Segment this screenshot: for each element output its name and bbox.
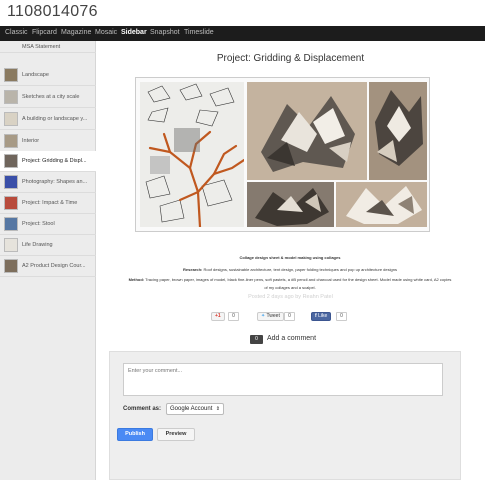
facebook-like-count: 0: [336, 312, 347, 321]
sidebar-item-landscape[interactable]: Landscape: [0, 65, 96, 86]
publish-button[interactable]: Publish: [117, 428, 153, 441]
tweet-label: Tweet: [266, 313, 280, 319]
comment-as-select[interactable]: Google Account ⇕: [166, 403, 224, 415]
design-sheet-photo: [140, 82, 244, 227]
sidebar-item-label: Project: Stool: [22, 221, 55, 227]
sidebar-item-building-landscape[interactable]: A building or landscape y...: [0, 109, 96, 130]
sidebar-item-label: A2 Product Design Cour...: [22, 263, 86, 269]
post-thumbnail: [4, 90, 18, 104]
nav-sidebar[interactable]: Sidebar: [121, 29, 147, 36]
model-photo-large: [247, 82, 367, 180]
post-thumbnail: [4, 196, 18, 210]
caption-title: Collage design sheet & model making usin…: [239, 255, 341, 260]
post-meta: Posted 2 days ago by Reahn Patel: [248, 294, 333, 300]
view-switcher-nav: Classic Flipcard Magazine Mosaic Sidebar…: [0, 26, 485, 41]
sidebar-item-label: Life Drawing: [22, 242, 53, 248]
sidebar-item-label: Landscape: [22, 72, 49, 78]
sidebar-item-stool[interactable]: Project: Stool: [0, 214, 96, 235]
sidebar-item-label: Interior: [22, 138, 40, 144]
preview-button[interactable]: Preview: [157, 428, 195, 441]
post-list-sidebar: MSA Statement Landscape Sketches at a ci…: [0, 41, 96, 480]
sidebar-item-city-sketches[interactable]: Sketches at a city scale: [0, 87, 96, 108]
sidebar-item-label: Photography: Shapes an...: [22, 179, 88, 185]
sidebar-item-a2-product-design[interactable]: A2 Product Design Cour...: [0, 256, 96, 277]
tweet-count: 0: [284, 312, 295, 321]
blog-title[interactable]: 1108014076: [7, 3, 98, 21]
comment-as-label: Comment as:: [123, 406, 162, 412]
nav-flipcard[interactable]: Flipcard: [32, 29, 57, 36]
nav-magazine[interactable]: Magazine: [61, 29, 91, 36]
tweet-button[interactable]: ✦ Tweet: [257, 312, 284, 321]
google-plus-button[interactable]: +1: [211, 312, 225, 321]
sidebar-item-label: A building or landscape y...: [22, 116, 88, 122]
sidebar-item-msa-statement[interactable]: MSA Statement: [0, 41, 96, 53]
comment-count-badge: 0: [250, 335, 263, 344]
facebook-like-button[interactable]: f Like: [311, 312, 332, 321]
collage-image[interactable]: [135, 77, 430, 232]
model-photo-top: [336, 182, 427, 227]
nav-snapshot[interactable]: Snapshot: [150, 29, 180, 36]
post-thumbnail: [4, 68, 18, 82]
sidebar-item-label: Project: Gridding & Displ...: [22, 158, 87, 164]
chevron-updown-icon: ⇕: [215, 406, 220, 412]
post-thumbnail: [4, 217, 18, 231]
sidebar-item-photography[interactable]: Photography: Shapes an...: [0, 172, 96, 193]
sidebar-item-life-drawing[interactable]: Life Drawing: [0, 235, 96, 256]
post-thumbnail: [4, 175, 18, 189]
comment-input[interactable]: [123, 363, 443, 396]
sidebar-item-label: Sketches at a city scale: [22, 94, 80, 100]
model-photo-side: [247, 182, 334, 227]
caption-method-continued: of my collages and a scalpel.: [264, 285, 316, 290]
nav-mosaic[interactable]: Mosaic: [95, 29, 117, 36]
nav-timeslide[interactable]: Timeslide: [184, 29, 214, 36]
post-thumbnail: [4, 112, 18, 126]
sidebar-item-gridding-displacement[interactable]: Project: Gridding & Displ...: [0, 151, 96, 172]
post-thumbnail: [4, 154, 18, 168]
post-thumbnail: [4, 238, 18, 252]
sidebar-item-label: Project: Impact & Time: [22, 200, 78, 206]
google-plus-count: 0: [228, 312, 239, 321]
add-comment-heading: Add a comment: [267, 335, 317, 342]
post-title: Project: Gridding & Displacement: [216, 53, 365, 64]
post-thumbnail: [4, 259, 18, 273]
caption-research: Research: Roof designs, sustainable arch…: [183, 267, 397, 272]
twitter-bird-icon: ✦: [261, 313, 266, 319]
google-plus-icon: +1: [215, 313, 221, 319]
sidebar-item-interior[interactable]: Interior: [0, 131, 96, 152]
nav-classic[interactable]: Classic: [5, 29, 28, 36]
facebook-icon: f: [315, 313, 317, 319]
comment-as-value: Google Account: [170, 406, 213, 412]
caption-method: Method: Tracing paper, brown paper, imag…: [128, 277, 452, 282]
sidebar-item-label: MSA Statement: [22, 44, 61, 50]
model-photo-detail: [369, 82, 427, 180]
sidebar-item-impact-time[interactable]: Project: Impact & Time: [0, 193, 96, 214]
facebook-like-label: Like: [318, 313, 328, 319]
post-thumbnail: [4, 134, 18, 148]
